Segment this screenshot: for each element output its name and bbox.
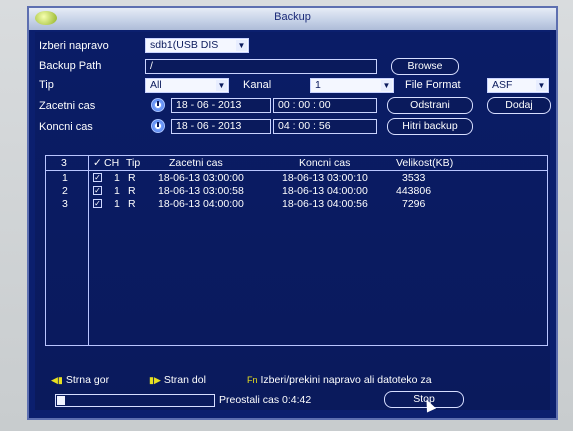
row-size: 3533 — [402, 172, 426, 184]
row-end: 18-06-13 04:00:00 — [282, 185, 368, 197]
fn-key-icon: Fn — [247, 375, 258, 385]
chevron-down-icon: ▼ — [381, 80, 392, 91]
page-up-hint[interactable]: ◀▮ Strna gor — [51, 374, 109, 386]
device-label: Izberi napravo — [39, 40, 109, 52]
progress-fill — [57, 396, 65, 405]
type-value: All — [150, 79, 162, 91]
row-start: 18-06-13 04:00:00 — [158, 198, 244, 210]
start-label: Zacetni cas — [39, 100, 96, 112]
page-up-label: Strna gor — [65, 374, 110, 386]
channel-select[interactable]: 1 ▼ — [310, 78, 394, 93]
file-format-select[interactable]: ASF ▼ — [487, 78, 549, 93]
start-time-input[interactable]: 00 : 00 : 00 — [273, 98, 377, 113]
row-number: 3 — [62, 198, 68, 210]
device-select[interactable]: sdb1(USB DIS ▼ — [145, 38, 249, 53]
end-time-input[interactable]: 04 : 00 : 56 — [273, 119, 377, 134]
window-title: Backup — [274, 11, 311, 23]
chevron-down-icon: ▼ — [216, 80, 227, 91]
channel-label: Kanal — [243, 79, 272, 91]
remove-button[interactable]: Odstrani — [387, 97, 473, 114]
header-count: 3 — [61, 157, 67, 169]
page-down-label: Stran dol — [163, 374, 206, 386]
type-label: Tip — [39, 79, 54, 91]
row-start: 18-06-13 03:00:00 — [158, 172, 244, 184]
header-ch: CH — [104, 157, 120, 169]
row-type: R — [128, 198, 136, 210]
clock-icon[interactable] — [151, 119, 165, 133]
clock-icon[interactable] — [151, 98, 165, 112]
row-number: 1 — [62, 172, 68, 184]
header-end: Koncni cas — [299, 157, 351, 169]
header-size: Velikost(KB) — [396, 157, 454, 169]
backup-progress-bar — [55, 394, 215, 407]
page-down-icon: ▮▶ — [149, 375, 161, 385]
table-row[interactable]: 2 ✓ 1 R 18-06-13 03:00:58 18-06-13 04:00… — [46, 185, 547, 197]
row-start: 18-06-13 03:00:58 — [158, 185, 244, 197]
row-ch: 1 — [114, 198, 120, 210]
file-table: 3 ✓ CH Tip Zacetni cas Koncni cas Veliko… — [45, 155, 548, 346]
row-checkbox[interactable]: ✓ — [93, 173, 102, 182]
start-date-input[interactable]: 18 - 06 - 2013 — [171, 98, 271, 113]
page-up-icon: ◀▮ — [51, 375, 63, 385]
chevron-down-icon: ▼ — [536, 80, 547, 91]
select-hint: Fn Izberi/prekini napravo ali datoteko za — [247, 374, 432, 386]
device-value: sdb1(USB DIS — [150, 39, 219, 51]
header-check[interactable]: ✓ — [93, 157, 102, 169]
table-header: 3 ✓ CH Tip Zacetni cas Koncni cas Veliko… — [46, 156, 547, 171]
row-size: 443806 — [396, 185, 432, 197]
channel-value: 1 — [315, 79, 321, 91]
row-size: 7296 — [402, 198, 426, 210]
path-input[interactable]: / — [145, 59, 377, 74]
title-bar: Backup — [29, 8, 556, 30]
header-start: Zacetni cas — [169, 157, 223, 169]
select-hint-label: Izberi/prekini napravo ali datoteko za — [260, 374, 432, 386]
row-end: 18-06-13 04:00:56 — [282, 198, 368, 210]
table-row[interactable]: 1 ✓ 1 R 18-06-13 03:00:00 18-06-13 03:00… — [46, 172, 547, 184]
row-ch: 1 — [114, 185, 120, 197]
browse-button[interactable]: Browse — [391, 58, 459, 75]
row-ch: 1 — [114, 172, 120, 184]
remaining-time: Preostali cas 0:4:42 — [219, 394, 312, 406]
chevron-down-icon: ▼ — [236, 40, 247, 51]
type-select[interactable]: All ▼ — [145, 78, 229, 93]
monitor-frame: Backup Izberi napravo sdb1(USB DIS ▼ Bac… — [0, 0, 573, 431]
backup-window: Backup Izberi napravo sdb1(USB DIS ▼ Bac… — [27, 6, 558, 420]
row-type: R — [128, 185, 136, 197]
table-row[interactable]: 3 ✓ 1 R 18-06-13 04:00:00 18-06-13 04:00… — [46, 198, 547, 210]
end-label: Koncni cas — [39, 121, 93, 133]
path-label: Backup Path — [39, 60, 102, 72]
row-checkbox[interactable]: ✓ — [93, 199, 102, 208]
file-format-label: File Format — [405, 79, 461, 91]
page-down-hint[interactable]: ▮▶ Stran dol — [149, 374, 206, 386]
row-checkbox[interactable]: ✓ — [93, 186, 102, 195]
quick-backup-button[interactable]: Hitri backup — [387, 118, 473, 135]
header-type: Tip — [126, 157, 141, 169]
end-date-input[interactable]: 18 - 06 - 2013 — [171, 119, 271, 134]
file-format-value: ASF — [492, 79, 513, 91]
row-end: 18-06-13 03:00:10 — [282, 172, 368, 184]
row-number: 2 — [62, 185, 68, 197]
row-type: R — [128, 172, 136, 184]
add-button[interactable]: Dodaj — [487, 97, 551, 114]
